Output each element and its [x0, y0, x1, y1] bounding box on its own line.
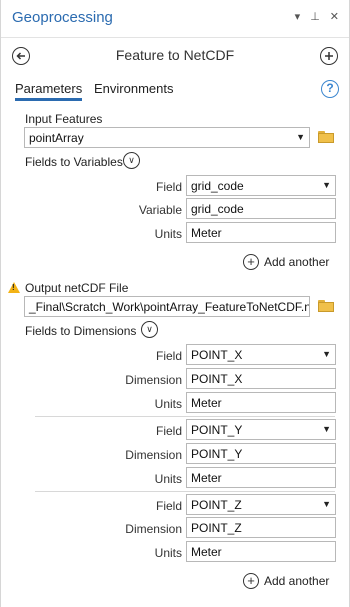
row-divider [35, 491, 335, 492]
dimension-field-value: POINT_Z [191, 498, 242, 512]
dimension-field-dropdown[interactable]: POINT_Z ▼ [186, 494, 336, 515]
field-label: Field [155, 349, 182, 363]
chevron-down-icon: ▼ [322, 180, 331, 190]
dimension-name-input[interactable]: POINT_Y [186, 443, 336, 464]
dimension-units-input[interactable]: Meter [186, 541, 336, 562]
pane-menu-icon[interactable]: ▾ [295, 10, 301, 23]
variable-units-input[interactable]: Meter [186, 222, 336, 243]
input-features-value: pointArray [29, 131, 84, 145]
pane-controls: ▾ ⊥ ✕ [295, 10, 339, 23]
field-label: Field [155, 180, 182, 194]
input-features-label: Input Features [25, 112, 103, 126]
dimension-name-input[interactable]: POINT_X [186, 368, 336, 389]
dimension-name-input[interactable]: POINT_Z [186, 517, 336, 538]
units-label: Units [154, 472, 182, 486]
add-tool-button[interactable] [320, 47, 338, 65]
add-another-variable-button[interactable]: + Add another [243, 254, 329, 270]
chevron-down-icon: ▼ [322, 349, 331, 359]
units-label: Units [154, 546, 182, 560]
dimension-units-input[interactable]: Meter [186, 392, 336, 413]
variable-name-input[interactable]: grid_code [186, 198, 336, 219]
collapse-chevron-icon[interactable]: ∨ [141, 321, 158, 338]
chevron-down-icon: ▼ [322, 424, 331, 434]
pane-titlebar: Geoprocessing ▾ ⊥ ✕ [1, 0, 349, 38]
pane-title: Geoprocessing [12, 9, 113, 26]
field-label: Field [155, 424, 182, 438]
fields-to-dimensions-label: Fields to Dimensions [25, 324, 137, 338]
dimension-field-value: POINT_X [191, 348, 243, 362]
tool-title: Feature to NetCDF [115, 47, 235, 63]
output-file-label: Output netCDF File [25, 281, 129, 295]
dimension-field-dropdown[interactable]: POINT_X ▼ [186, 344, 336, 365]
input-features-dropdown[interactable]: pointArray ▼ [24, 127, 310, 148]
dimension-field-dropdown[interactable]: POINT_Y ▼ [186, 419, 336, 440]
add-another-label: Add another [264, 574, 330, 588]
tab-parameters[interactable]: Parameters [15, 81, 83, 101]
close-icon[interactable]: ✕ [330, 10, 339, 23]
units-label: Units [154, 397, 182, 411]
dimension-field-value: POINT_Y [191, 423, 243, 437]
field-label: Field [155, 499, 182, 513]
dimension-units-input[interactable]: Meter [186, 467, 336, 488]
dimension-label: Dimension [125, 448, 182, 462]
tab-environments[interactable]: Environments [94, 81, 173, 96]
add-another-dimension-button[interactable]: + Add another [243, 573, 329, 589]
chevron-down-icon: ▼ [296, 132, 305, 142]
add-another-label: Add another [264, 255, 330, 269]
folder-icon[interactable] [318, 300, 334, 312]
row-divider [35, 416, 335, 417]
variable-field-value: grid_code [191, 179, 244, 193]
collapse-chevron-icon[interactable]: ∨ [123, 152, 140, 169]
add-circle-icon: + [243, 254, 259, 270]
help-icon[interactable]: ? [321, 80, 339, 98]
pin-icon[interactable]: ⊥ [310, 10, 320, 23]
add-circle-icon: + [243, 573, 259, 589]
fields-to-variables-label: Fields to Variables [25, 155, 123, 169]
warning-mark: ! [12, 283, 15, 292]
geoprocessing-pane: Geoprocessing ▾ ⊥ ✕ Feature to NetCDF Pa… [0, 0, 350, 607]
plus-icon [325, 52, 333, 60]
variable-field-dropdown[interactable]: grid_code ▼ [186, 175, 336, 196]
dimension-label: Dimension [125, 522, 182, 536]
chevron-down-icon: ▼ [322, 499, 331, 509]
dimension-label: Dimension [125, 373, 182, 387]
output-file-input[interactable]: _Final\Scratch_Work\pointArray_FeatureTo… [24, 296, 310, 317]
units-label: Units [154, 227, 182, 241]
variable-label: Variable [138, 203, 182, 217]
titlebar-divider [1, 37, 349, 38]
folder-icon[interactable] [318, 131, 334, 143]
